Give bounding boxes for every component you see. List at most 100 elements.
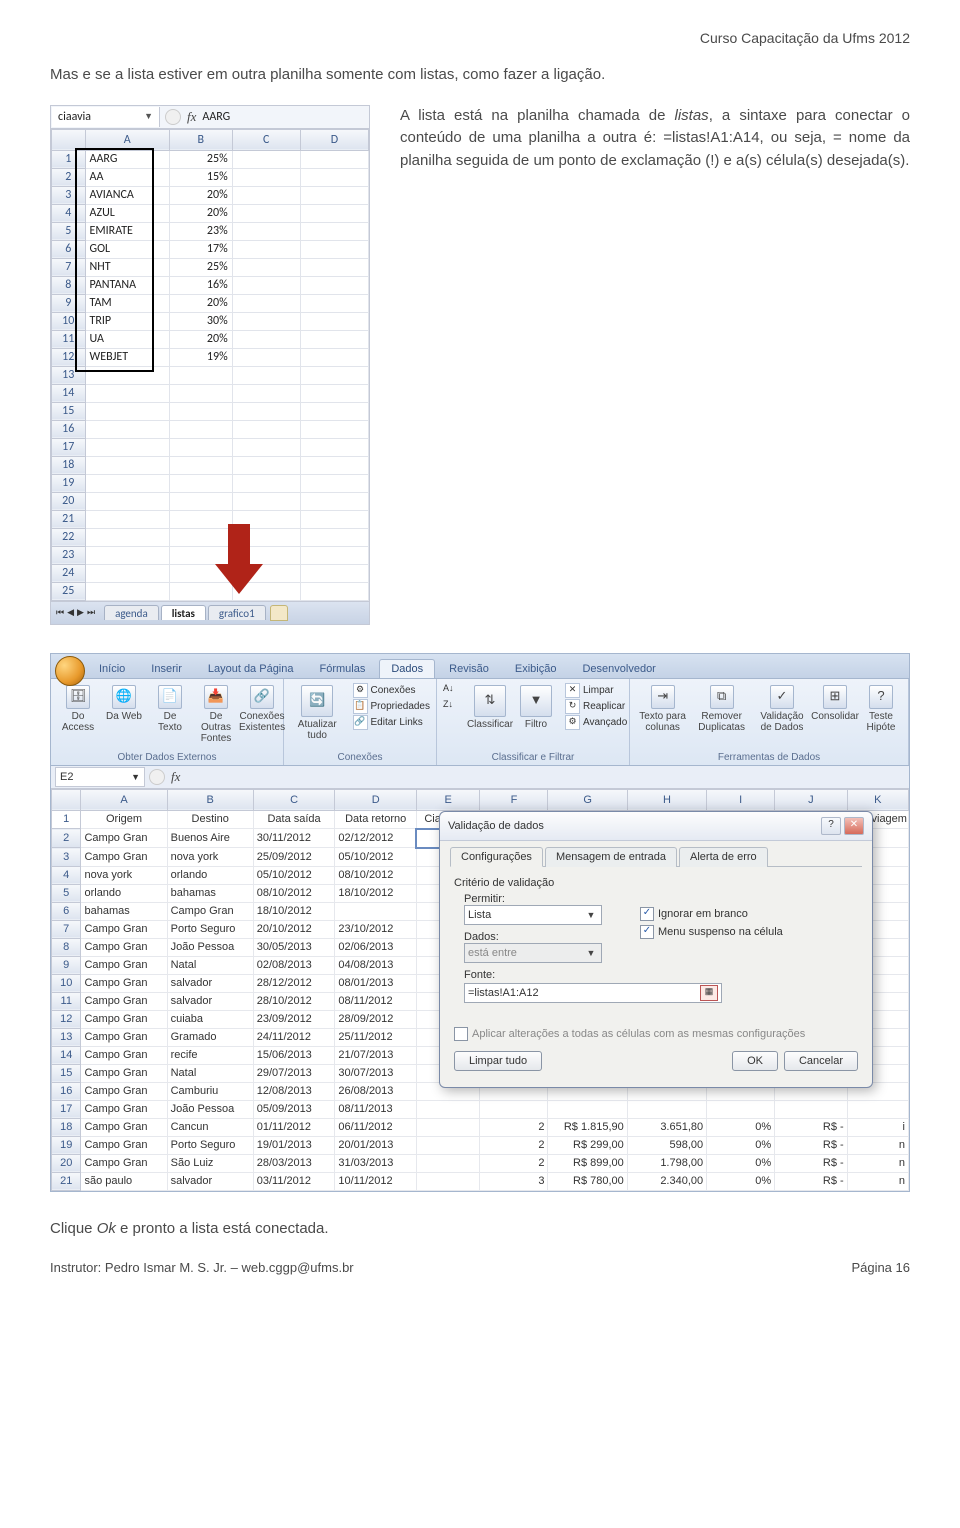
chevron-down-icon: ▼ [144,111,153,122]
name-box[interactable]: ciaavia ▼ [52,107,160,127]
office-button-icon[interactable] [55,656,85,686]
col-B[interactable]: B [167,789,253,810]
name-box-2-value: E2 [60,771,73,783]
col-J[interactable]: J [775,789,848,810]
ribbon-tab-inserir[interactable]: Inserir [139,659,194,678]
ribbon-tab-desenvolvedor[interactable]: Desenvolvedor [570,659,667,678]
data-validation-button[interactable]: ✓Validação de Dados [754,683,810,750]
from-access-button[interactable]: 🗄Do Access [57,683,99,750]
fonte-label: Fonte: [464,969,624,981]
new-sheet-button[interactable] [270,605,288,621]
col-G[interactable]: G [548,789,627,810]
clear-all-button[interactable]: Limpar tudo [454,1051,542,1071]
consolidate-button[interactable]: ⊞Consolidar [814,683,856,750]
from-web-button[interactable]: 🌐Da Web [103,683,145,750]
remove-dup-button[interactable]: ⧉Remover Duplicatas [693,683,750,750]
sort-button[interactable]: ⇅Classificar [469,683,511,750]
col-K[interactable]: K [847,789,908,810]
ribbon-tab-dados[interactable]: Dados [379,659,435,678]
access-icon: 🗄 [66,685,90,709]
ribbon-tab-inicio[interactable]: Início [87,659,137,678]
close-button[interactable]: ✕ [844,817,864,835]
apply-to-all-checkbox[interactable]: Aplicar alterações a todas as células co… [454,1027,858,1041]
sort-asc-icon[interactable]: A↓ [443,683,461,697]
page-header: Curso Capacitação da Ufms 2012 [50,30,910,46]
col-D[interactable]: D [335,789,417,810]
web-icon: 🌐 [112,685,136,709]
sort-desc-icon[interactable]: Z↓ [443,699,461,713]
cancel-button[interactable]: Cancelar [784,1051,858,1071]
closing-italic: Ok [97,1220,116,1237]
col-C[interactable]: C [253,789,335,810]
cancel-formula-icon[interactable] [165,109,181,125]
dialog-title: Validação de dados [448,820,544,832]
range-picker-icon[interactable]: ▦ [700,985,718,1001]
dlg-tab-input-msg[interactable]: Mensagem de entrada [545,847,677,867]
refresh-all-button[interactable]: 🔄Atualizar tudo [290,683,345,750]
allow-dropdown[interactable]: Lista▼ [464,905,602,925]
ribbon-tab-layout[interactable]: Layout da Página [196,659,306,678]
properties-button[interactable]: 📋Propriedades [353,699,430,714]
agenda-grid[interactable]: A B C D E F G H I J K 1 OrigemDestino Da… [51,789,909,1191]
cancel-formula-icon[interactable] [149,769,165,785]
edit-links-button[interactable]: 🔗Editar Links [353,715,430,730]
ok-button[interactable]: OK [732,1051,778,1071]
select-all-corner[interactable] [52,789,81,810]
col-header-C[interactable]: C [232,129,300,150]
help-button[interactable]: ? [821,817,841,835]
nav-last-icon[interactable]: ⏭ [86,607,96,618]
dlg-tab-error[interactable]: Alerta de erro [679,847,768,867]
existing-conn-button[interactable]: 🔗Conexões Existentes [241,683,283,750]
reapply-button[interactable]: ↻Reaplicar [565,699,627,714]
col-header-D[interactable]: D [300,129,368,150]
connections-button[interactable]: ⚙Conexões [353,683,430,698]
from-text-button[interactable]: 📄De Texto [149,683,191,750]
ignore-blank-checkbox[interactable]: ✓Ignorar em branco [640,907,783,921]
connection-icon: 🔗 [250,685,274,709]
sheet-tab-agenda[interactable]: agenda [104,605,159,620]
nav-prev-icon[interactable]: ◀ [66,607,75,618]
sheet-tab-grafico1[interactable]: grafico1 [208,605,266,620]
chevron-down-icon: ▼ [131,772,140,782]
col-header-B[interactable]: B [169,129,232,150]
from-other-button[interactable]: 📥De Outras Fontes [195,683,237,750]
excel-agenda-screenshot: Início Inserir Layout da Página Fórmulas… [50,653,910,1192]
dropdown-in-cell-checkbox[interactable]: ✓Menu suspenso na célula [640,925,783,939]
closing-2: e pronto a lista está conectada. [116,1220,329,1237]
ribbon-tab-revisao[interactable]: Revisão [437,659,501,678]
sheet-nav-buttons[interactable]: ⏮ ◀ ▶ ⏭ [55,607,96,618]
sources-icon: 📥 [204,685,228,709]
ribbon-tab-formulas[interactable]: Fórmulas [308,659,378,678]
whatif-button[interactable]: ?Teste Hipóte [860,683,902,750]
col-E[interactable]: E [416,789,479,810]
consolidate-icon: ⊞ [823,685,847,709]
dlg-tab-config[interactable]: Configurações [450,847,543,867]
col-F[interactable]: F [480,789,548,810]
sheet-tab-bar: ⏮ ◀ ▶ ⏭ agenda listas grafico1 [51,601,369,624]
fx-icon[interactable]: fx [187,109,196,125]
sheet-tab-listas[interactable]: listas [161,605,206,620]
intro-paragraph: Mas e se a lista estiver em outra planil… [50,64,910,87]
footer-left: Instrutor: Pedro Ismar M. S. Jr. – web.c… [50,1260,354,1275]
closing-1: Clique [50,1220,97,1237]
text-to-columns-button[interactable]: ⇥Texto para colunas [636,683,689,750]
fx-icon[interactable]: fx [165,769,186,785]
data-validation-dialog: Validação de dados ? ✕ Configurações Men… [439,811,873,1088]
col-A[interactable]: A [81,789,167,810]
nav-first-icon[interactable]: ⏮ [55,607,65,618]
listas-grid[interactable]: A B C D 1AARG25%2AA15%3AVIANCA20%4AZUL20… [51,129,369,601]
nav-next-icon[interactable]: ▶ [76,607,85,618]
conn-icon: ⚙ [353,683,368,698]
formula-bar-value[interactable]: AARG [202,110,230,124]
permitir-label: Permitir: [464,893,624,905]
advanced-button[interactable]: ⚙Avançado [565,715,627,730]
sort-icon: ⇅ [474,685,506,717]
clear-filter-button[interactable]: ✕Limpar [565,683,627,698]
ribbon-tab-exibicao[interactable]: Exibição [503,659,569,678]
filter-button[interactable]: ▼Filtro [515,683,557,750]
name-box-2[interactable]: E2 ▼ [55,767,145,787]
validation-icon: ✓ [770,685,794,709]
source-input[interactable]: =listas!A1:A12 ▦ [464,983,722,1003]
col-H[interactable]: H [627,789,706,810]
col-I[interactable]: I [707,789,775,810]
